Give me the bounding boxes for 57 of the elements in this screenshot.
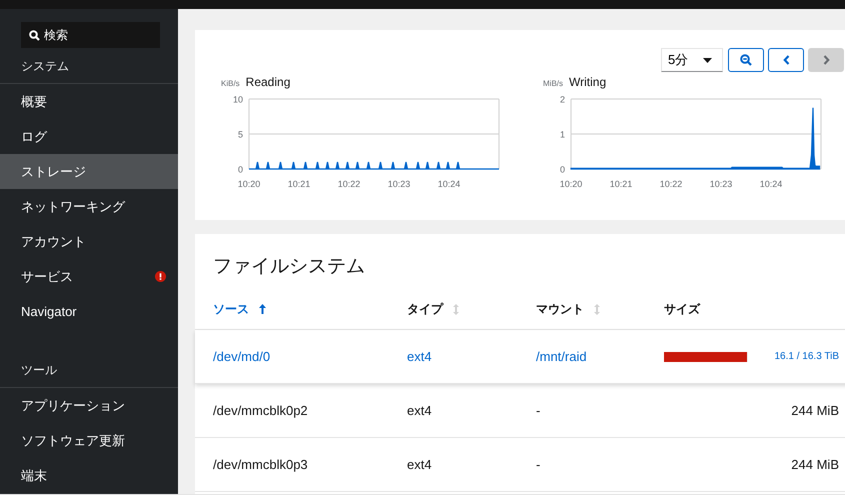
- x-tick-label: 10:22: [660, 179, 682, 189]
- x-tick-label: 10:24: [438, 179, 460, 189]
- zoom-out-icon: [740, 54, 752, 66]
- table-cell-text: /dev/md/0: [213, 349, 272, 364]
- x-tick-label: 10:21: [610, 179, 632, 189]
- column-header[interactable]: サイズ: [664, 300, 700, 318]
- table-cell: 244 MiB: [791, 457, 839, 472]
- nav-item[interactable]: ソフトウェア更新: [0, 423, 178, 458]
- nav-item[interactable]: アカウント: [0, 224, 178, 259]
- x-tick-label: 10:22: [338, 179, 360, 189]
- chevron-right-icon: [822, 55, 830, 65]
- table-cell-text: /dev/mmcblk0p3: [213, 457, 309, 472]
- x-tick-label: 10:23: [710, 179, 732, 189]
- nav-item[interactable]: ログ: [0, 119, 178, 154]
- search-icon: [29, 30, 40, 40]
- x-tick-label: 10:20: [560, 179, 582, 189]
- previous-button[interactable]: [768, 48, 804, 72]
- y-tick-label: 2: [560, 94, 565, 104]
- table-cell: 16.1 / 16.3 TiB: [774, 351, 839, 362]
- caret-icon: [703, 58, 712, 62]
- card-title: ファイルシステム: [212, 255, 366, 279]
- nav-item[interactable]: 概要: [0, 84, 178, 119]
- chart-title: Writing: [569, 75, 606, 89]
- table-cell-text: ext4: [407, 349, 433, 364]
- nav-item[interactable]: ストレージ: [0, 154, 178, 189]
- column-header[interactable]: タイプ: [407, 300, 443, 318]
- x-tick-label: 10:21: [288, 179, 310, 189]
- y-tick-label: 0: [560, 164, 565, 174]
- column-header[interactable]: マウント: [536, 300, 584, 318]
- table-cell: 244 MiB: [791, 403, 839, 418]
- nav-item[interactable]: ネットワーキング: [0, 189, 178, 224]
- nav-item[interactable]: 端末: [0, 458, 178, 493]
- x-tick-label: 10:20: [238, 179, 260, 189]
- zoom-out-button[interactable]: [728, 48, 764, 72]
- unit-label: MiB/s: [543, 79, 563, 88]
- table-cell-text: -: [536, 457, 542, 472]
- table-cell-text: ext4: [407, 457, 433, 472]
- y-tick-label: 10: [232, 94, 243, 104]
- x-tick-label: 10:23: [388, 179, 410, 189]
- table-cell-text: /mnt/raid: [536, 349, 588, 364]
- search-input[interactable]: 検索: [44, 28, 144, 42]
- y-tick-label: 1: [560, 130, 565, 140]
- chart-title: Reading: [246, 75, 290, 89]
- search-field[interactable]: 検索: [21, 22, 160, 48]
- column-header[interactable]: ソース: [213, 300, 249, 318]
- chevron-left-icon: [782, 55, 790, 65]
- x-tick-label: 10:24: [760, 179, 782, 189]
- y-tick-label: 0: [238, 164, 243, 174]
- table-cell-text: -: [536, 403, 542, 418]
- time-range-dropdown[interactable]: 5分: [661, 48, 723, 72]
- unit-label: KiB/s: [221, 79, 240, 88]
- y-tick-label: 5: [238, 130, 243, 140]
- table-cell-text: /dev/mmcblk0p2: [213, 403, 309, 418]
- nav-item[interactable]: サービス: [0, 259, 178, 294]
- nav-item[interactable]: アプリケーション: [0, 388, 178, 423]
- table-cell-text: ext4: [407, 403, 433, 418]
- nav-item[interactable]: Navigator: [0, 294, 178, 329]
